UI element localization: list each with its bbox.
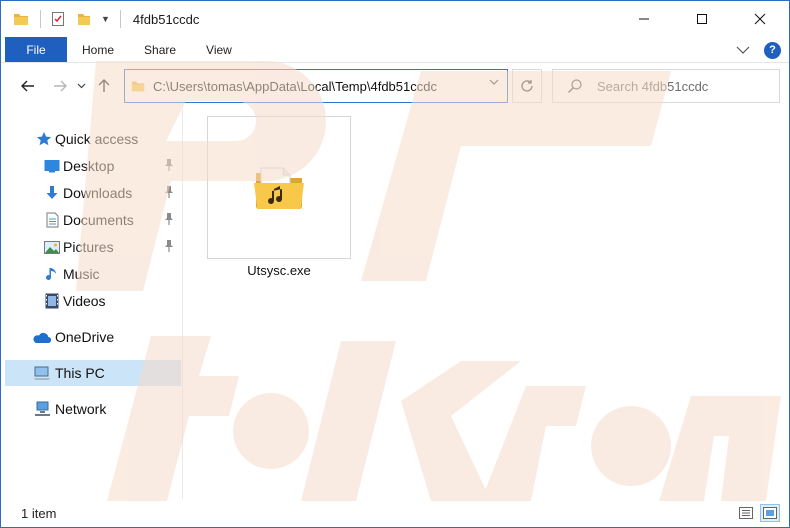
window-title: 4fdb51ccdc [132,11,200,27]
music-icon [43,265,61,283]
desktop-icon [43,157,61,175]
details-view-icon [739,507,753,519]
folder-icon [10,8,32,30]
search-box[interactable]: Search 4fdb51ccdc [552,69,780,103]
minimize-button[interactable] [615,1,673,37]
address-dropdown-icon[interactable] [489,79,499,86]
tab-file[interactable]: File [5,37,67,62]
search-placeholder[interactable]: Search 4fdb51ccdc [597,79,708,94]
ribbon-right-controls: ? [736,39,781,61]
qat-separator [119,10,121,28]
large-icons-view-button[interactable] [760,504,780,522]
forward-arrow-icon [54,80,67,92]
close-icon [754,13,766,25]
tab-home[interactable]: Home [67,37,129,62]
pin-icon[interactable] [163,239,175,253]
refresh-button[interactable] [512,69,542,103]
qat-separator [40,10,41,28]
navigation-pane: Quick access Desktop Downloads Documents [1,109,183,499]
quick-access-toolbar: ▼ 4fdb51ccdc [1,1,199,37]
pin-icon[interactable] [163,158,175,172]
sidebar-item-label: Network [55,401,107,417]
documents-icon [43,211,61,229]
title-bar: ▼ 4fdb51ccdc [1,1,789,37]
tab-share[interactable]: Share [129,37,191,62]
network-icon [33,400,51,418]
help-icon[interactable]: ? [764,41,781,59]
sidebar-item-label: Music [63,266,100,282]
pin-icon[interactable] [163,185,175,199]
downloads-icon [43,184,61,202]
sidebar-item-music[interactable]: Music [5,261,181,287]
sidebar-item-label: Pictures [63,239,114,255]
computer-icon [33,364,51,382]
file-explorer-window: ▼ 4fdb51ccdc File Home Share View ? C:\U… [0,0,790,528]
search-icon [568,79,582,93]
sidebar-item-this-pc[interactable]: This PC [5,360,181,386]
onedrive-icon [31,328,51,346]
large-icons-view-icon [763,507,777,519]
navigation-bar: C:\Users\tomas\AppData\Local\Temp\4fdb51… [1,63,789,109]
sidebar-item-label: Quick access [55,131,139,147]
videos-icon [43,292,61,310]
maximize-icon [697,14,707,24]
new-folder-icon[interactable] [73,8,95,30]
sidebar-item-desktop[interactable]: Desktop [5,153,181,179]
back-arrow-icon [21,80,34,92]
pictures-icon [43,238,61,256]
sidebar-item-label: This PC [55,365,105,381]
sidebar-item-label: OneDrive [55,329,115,345]
forward-button[interactable] [47,73,73,99]
address-path[interactable]: C:\Users\tomas\AppData\Local\Temp\4fdb51… [153,79,437,94]
file-item[interactable] [207,116,351,259]
recent-locations-button[interactable] [73,73,89,99]
file-name[interactable]: Utsysc.exe [207,263,351,278]
expand-ribbon-icon[interactable] [736,45,750,55]
sidebar-item-network[interactable]: Network [5,396,181,422]
file-list: Utsysc.exe [184,109,789,499]
ribbon-tabs: File Home Share View ? [1,37,789,63]
sidebar-item-documents[interactable]: Documents [5,207,181,233]
sidebar-item-videos[interactable]: Videos [5,288,181,314]
tab-view[interactable]: View [191,37,247,62]
pin-icon[interactable] [163,212,175,226]
sidebar-item-label: Videos [63,293,106,309]
sidebar-item-label: Documents [63,212,134,228]
close-button[interactable] [731,1,789,37]
up-button[interactable] [91,73,117,99]
chevron-down-icon [77,83,85,89]
window-controls [615,1,789,37]
address-bar[interactable]: C:\Users\tomas\AppData\Local\Temp\4fdb51… [124,69,508,103]
sidebar-item-quick-access[interactable]: Quick access [5,126,181,152]
up-arrow-icon [98,79,110,92]
music-folder-icon [254,167,304,209]
sidebar-item-label: Desktop [63,158,115,174]
item-count: 1 item [21,505,57,521]
minimize-icon [639,18,649,20]
view-toggle [737,504,780,522]
refresh-icon [521,80,533,92]
sidebar-item-label: Downloads [63,185,133,201]
sidebar-item-downloads[interactable]: Downloads [5,180,181,206]
customize-qat-icon[interactable]: ▼ [101,14,110,24]
sidebar-item-onedrive[interactable]: OneDrive [5,324,181,350]
folder-icon [131,81,145,92]
star-icon [35,130,53,148]
details-view-button[interactable] [737,505,755,521]
sidebar-item-pictures[interactable]: Pictures [5,234,181,260]
status-bar: 1 item [1,499,789,527]
maximize-button[interactable] [673,1,731,37]
properties-icon[interactable] [47,8,69,30]
back-button[interactable] [15,73,41,99]
